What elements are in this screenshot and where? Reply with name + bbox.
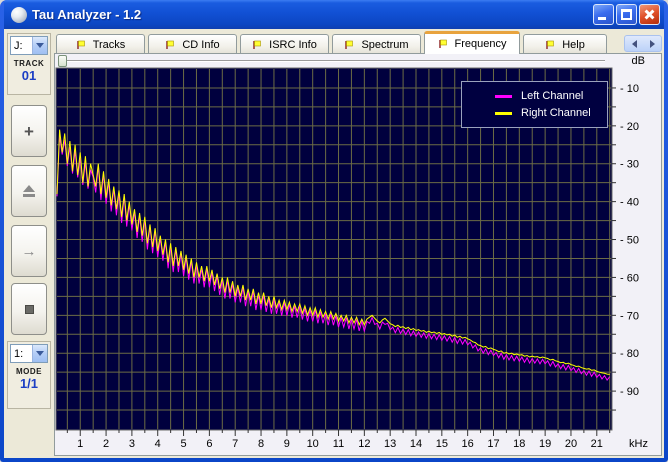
tab-label: Tracks — [92, 38, 126, 51]
track-number: 01 — [21, 68, 37, 83]
tab-label: Frequency — [454, 38, 507, 50]
eject-button[interactable] — [11, 165, 47, 217]
legend-item-right-channel: Right Channel — [495, 107, 607, 119]
close-button[interactable] — [639, 4, 660, 25]
stop-button[interactable] — [11, 283, 47, 335]
x-axis-tick-label: 13 — [384, 438, 396, 450]
x-axis-tick-label: 4 — [155, 438, 161, 450]
x-axis-tick-label: 10 — [307, 438, 319, 450]
x-axis-tick-label: 3 — [129, 438, 135, 450]
y-axis-tick-label: - 60 — [620, 272, 639, 284]
x-axis-unit-label: kHz — [629, 438, 648, 450]
tab-scroll-control — [624, 35, 662, 52]
tab-flag-icon — [77, 40, 85, 49]
x-axis-tick-label: 14 — [410, 438, 422, 450]
y-axis-tick-label: - 10 — [620, 83, 639, 95]
scroll-tabs-left-button[interactable] — [631, 39, 637, 48]
left-channel-color-swatch — [495, 94, 512, 98]
tab-label: Help — [562, 38, 585, 51]
legend-label: Left Channel — [521, 90, 584, 102]
x-axis-tick-label: 21 — [591, 438, 603, 450]
x-axis-tick-label: 16 — [462, 438, 474, 450]
maximize-button[interactable] — [616, 4, 637, 25]
y-axis-tick-label: - 30 — [620, 159, 639, 171]
tab-flag-icon — [166, 40, 175, 49]
app-icon — [11, 6, 27, 23]
x-axis-tick-label: 12 — [358, 438, 370, 450]
y-axis-tick-label: - 20 — [620, 121, 639, 133]
x-axis-tick-label: 20 — [565, 438, 577, 450]
mode-select-dropdown-button[interactable] — [32, 345, 47, 362]
sidebar: J: TRACK 01 + → 1: MODE 1/1 — [6, 31, 52, 456]
y-axis-tick-label: - 50 — [620, 235, 639, 247]
tab-help[interactable]: Help — [523, 34, 607, 54]
y-axis-tick-label: - 40 — [620, 197, 639, 209]
drive-select-dropdown-button[interactable] — [32, 37, 47, 54]
stop-icon — [24, 304, 34, 314]
title-bar: Tau Analyzer - 1.2 — [4, 0, 664, 29]
drive-select-value: J: — [14, 39, 23, 52]
maximize-icon — [621, 9, 632, 20]
x-axis-tick-label: 9 — [284, 438, 290, 450]
chart-legend: Left Channel Right Channel — [461, 81, 608, 128]
tab-frequency[interactable]: Frequency — [424, 31, 520, 54]
plus-icon: + — [24, 121, 34, 141]
mode-label: MODE — [16, 367, 42, 376]
x-axis-tick-label: 1 — [77, 438, 83, 450]
position-slider — [55, 54, 609, 67]
x-axis-tick-label: 18 — [513, 438, 525, 450]
tab-label: Spectrum — [361, 38, 409, 51]
drive-panel: J: TRACK 01 — [7, 33, 51, 95]
tab-flag-icon — [546, 40, 554, 49]
mode-select-value: 1: — [14, 347, 24, 360]
drive-select[interactable]: J: — [10, 36, 48, 55]
x-axis-tick-label: 5 — [180, 438, 186, 450]
tab-isrc-info[interactable]: ISRC Info — [240, 34, 329, 54]
minimize-button[interactable] — [593, 4, 614, 25]
tab-label: ISRC Info — [269, 38, 317, 51]
arrow-right-icon: → — [21, 242, 37, 260]
app-window: Tau Analyzer - 1.2 J: TRACK 01 + → 1: MO… — [0, 0, 668, 462]
eject-icon — [23, 185, 35, 197]
x-axis-tick-label: 8 — [258, 438, 264, 450]
legend-item-left-channel: Left Channel — [495, 90, 607, 102]
y-axis-tick-label: - 90 — [620, 386, 639, 398]
y-axis-tick-label: - 70 — [620, 310, 639, 322]
x-axis-tick-label: 19 — [539, 438, 551, 450]
slider-thumb[interactable] — [58, 55, 67, 67]
tab-flag-icon — [345, 40, 354, 49]
y-axis-tick-label: - 80 — [620, 348, 639, 360]
tab-flag-icon — [438, 39, 447, 48]
mode-value: 1/1 — [19, 376, 39, 391]
chevron-down-icon — [36, 351, 44, 356]
scroll-tabs-right-button[interactable] — [649, 39, 655, 48]
tab-bar: Tracks CD Info ISRC Info Spectrum Freque… — [56, 31, 662, 54]
frequency-panel: dB 1 2 3 4 5 6 7 8 9 10 11 12 13 14 15 16 17 18 19 20 21 kHz -… — [54, 53, 662, 456]
legend-label: Right Channel — [521, 107, 591, 119]
tab-spectrum[interactable]: Spectrum — [332, 34, 421, 54]
slider-track[interactable] — [59, 60, 605, 62]
x-axis-tick-label: 11 — [333, 438, 344, 450]
mode-panel: 1: MODE 1/1 — [7, 341, 51, 409]
tab-tracks[interactable]: Tracks — [56, 34, 145, 54]
x-axis-tick-label: 2 — [103, 438, 109, 450]
add-button[interactable]: + — [11, 105, 47, 157]
chevron-down-icon — [36, 43, 44, 48]
y-axis-unit-label: dB — [631, 55, 645, 67]
tab-label: CD Info — [182, 38, 220, 51]
window-title: Tau Analyzer - 1.2 — [32, 7, 142, 22]
x-axis-tick-label: 6 — [206, 438, 212, 450]
x-axis-tick-label: 15 — [436, 438, 448, 450]
x-axis-tick-label: 17 — [487, 438, 499, 450]
track-label: TRACK — [13, 59, 45, 68]
x-axis-tick-label: 7 — [232, 438, 238, 450]
right-channel-color-swatch — [495, 111, 512, 115]
analyze-button[interactable]: → — [11, 225, 47, 277]
tab-cd-info[interactable]: CD Info — [148, 34, 237, 54]
tab-flag-icon — [253, 40, 261, 49]
mode-select[interactable]: 1: — [10, 344, 48, 363]
minimize-icon — [598, 17, 606, 20]
client-area: J: TRACK 01 + → 1: MODE 1/1 Tracks CD In… — [4, 29, 664, 458]
